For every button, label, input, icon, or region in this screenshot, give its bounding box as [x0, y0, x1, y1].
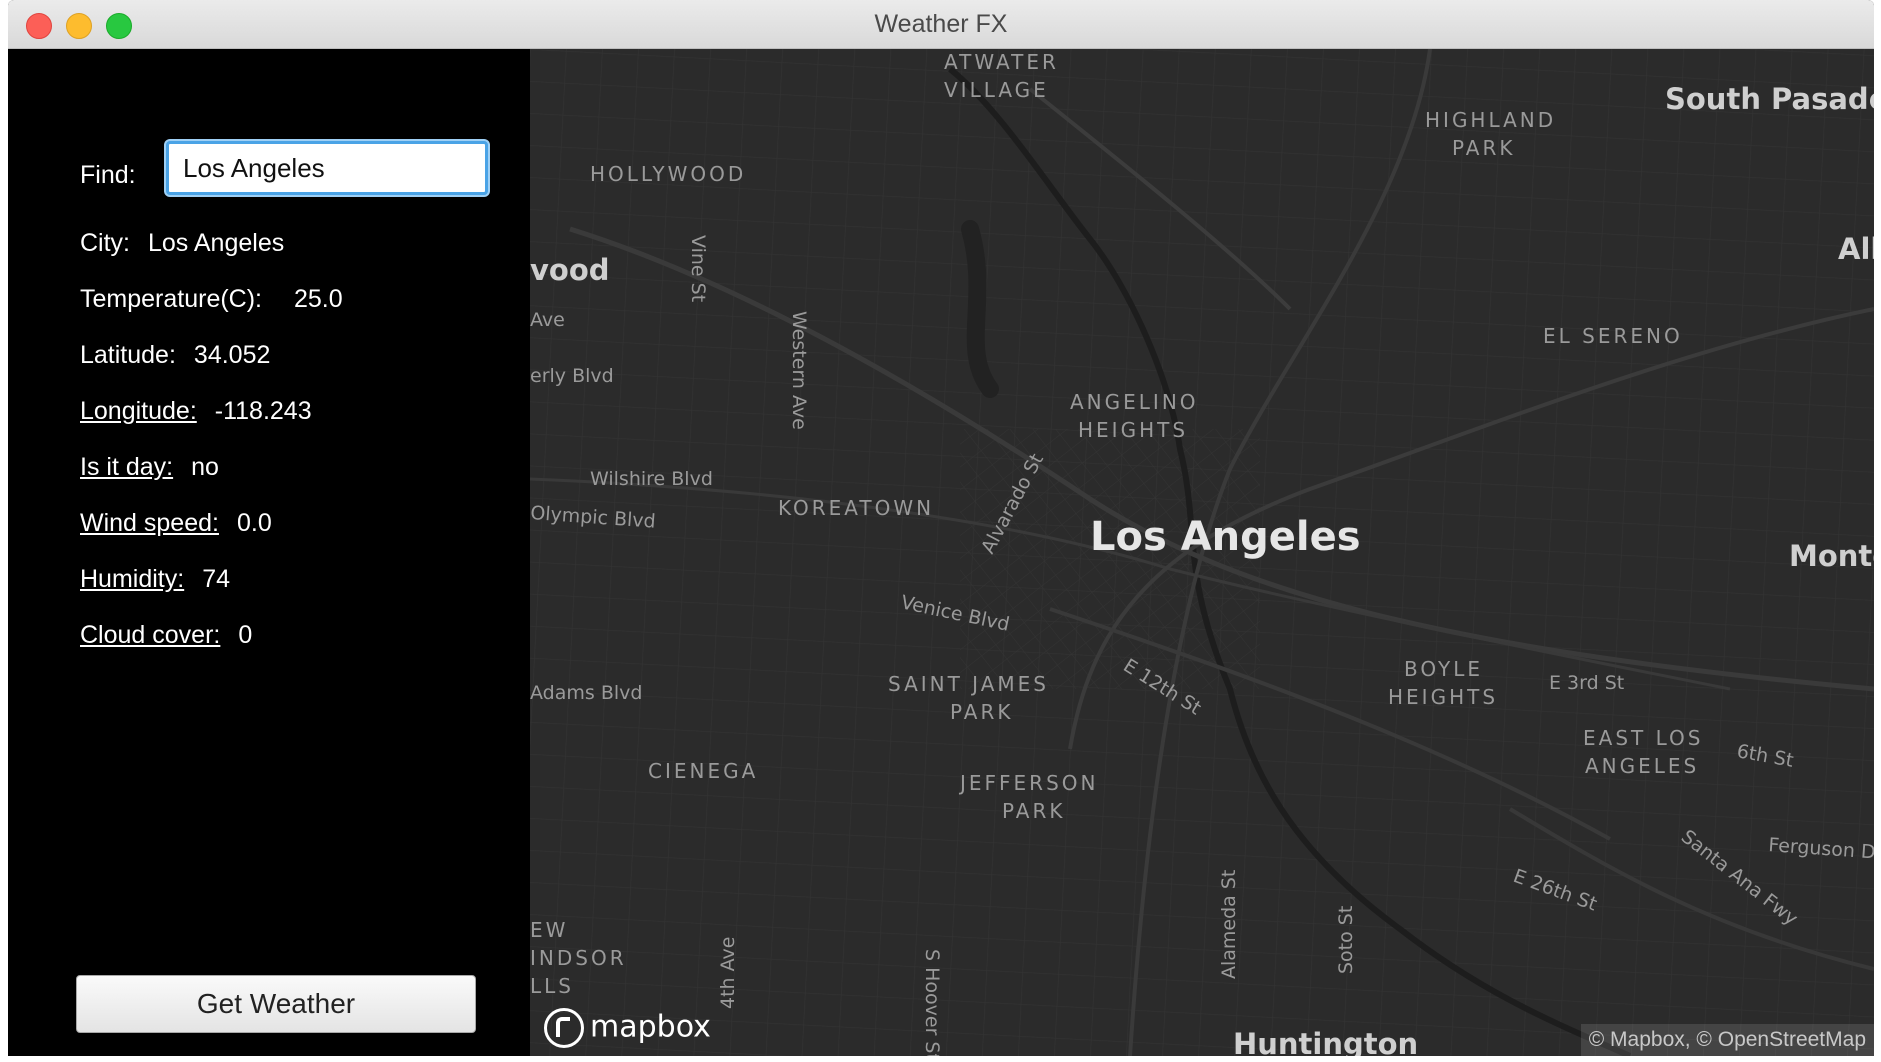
- cloud-cover-value: 0: [238, 621, 253, 649]
- map-label-4th-ave: 4th Ave: [717, 937, 739, 1009]
- map-label-village: VILLAGE: [944, 78, 1049, 102]
- cloud-cover-row: Cloud cover: 0: [80, 621, 252, 650]
- map-label-hollywood: vood: [530, 253, 610, 287]
- map-label-beverly: erly Blvd: [530, 365, 614, 387]
- map-canvas: ATWATER VILLAGE HIGHLAND PARK South Pasa…: [530, 49, 1874, 1056]
- map-label-vine: Vine St: [687, 235, 709, 302]
- humidity-value: 74: [202, 565, 230, 593]
- map-label-jefferson-park: PARK: [1002, 799, 1065, 823]
- longitude-link[interactable]: Longitude:: [80, 397, 197, 425]
- map-label-highland-park: PARK: [1452, 136, 1515, 160]
- map-label-alhambra: Alh: [1838, 232, 1874, 266]
- map-label-ave: Ave: [530, 309, 565, 331]
- map-label-boyle: BOYLE: [1404, 657, 1483, 681]
- temperature-value: 25.0: [294, 285, 343, 313]
- map-label-east-los-angeles: ANGELES: [1585, 754, 1699, 778]
- map-label-hollywood-district: HOLLYWOOD: [590, 162, 746, 186]
- map-label-atwater: ATWATER: [944, 50, 1059, 74]
- is-day-value: no: [191, 453, 219, 481]
- map-label-los-angeles: Los Angeles: [1090, 514, 1361, 560]
- window-title: Weather FX: [874, 10, 1008, 38]
- find-label: Find:: [80, 161, 136, 189]
- get-weather-button[interactable]: Get Weather: [76, 975, 476, 1033]
- temperature-row: Temperature(C): 25.0: [80, 285, 343, 314]
- find-input[interactable]: [166, 141, 488, 195]
- wind-speed-value: 0.0: [236, 509, 272, 537]
- map-label-saint-james-park: PARK: [950, 700, 1013, 724]
- app-window: Weather FX Find: City: Los Angeles Temper…: [8, 0, 1874, 1056]
- map-label-e3rd: E 3rd St: [1549, 672, 1624, 694]
- map-label-western: Western Ave: [788, 311, 810, 430]
- city-label: City:: [80, 229, 130, 257]
- map-label-highland: HIGHLAND: [1425, 108, 1556, 132]
- map-label-koreatown: KOREATOWN: [778, 496, 934, 520]
- map-label-cienega: CIENEGA: [648, 759, 758, 783]
- map-label-view: EW: [530, 918, 568, 942]
- map-attribution[interactable]: © Mapbox, © OpenStreetMap: [1580, 1024, 1874, 1056]
- mapbox-logo-icon: [544, 1008, 584, 1048]
- map-label-hills: LLS: [530, 974, 574, 998]
- map-label-jefferson: JEFFERSON: [958, 771, 1098, 795]
- title-bar: Weather FX: [8, 0, 1874, 49]
- map-label-adams: Adams Blvd: [530, 682, 642, 704]
- wind-speed-link[interactable]: Wind speed:: [80, 509, 219, 537]
- map-label-alameda: Alameda St: [1218, 870, 1240, 979]
- mapbox-logo-text: mapbox: [590, 1009, 711, 1045]
- latitude-row: Latitude: 34.052: [80, 341, 270, 370]
- city-row: City: Los Angeles: [80, 229, 284, 258]
- map-label-huntington: Huntington: [1233, 1027, 1418, 1056]
- map-label-heights: HEIGHTS: [1078, 418, 1188, 442]
- temperature-label: Temperature(C):: [80, 285, 262, 313]
- map-label-el-sereno: EL SERENO: [1543, 324, 1683, 348]
- longitude-value: -118.243: [214, 397, 312, 425]
- is-day-row: Is it day: no: [80, 453, 219, 482]
- longitude-row: Longitude: -118.243: [80, 397, 312, 426]
- wind-speed-row: Wind speed: 0.0: [80, 509, 272, 538]
- cloud-cover-link[interactable]: Cloud cover:: [80, 621, 220, 649]
- city-value: Los Angeles: [148, 229, 285, 257]
- humidity-row: Humidity: 74: [80, 565, 230, 594]
- map-label-angelino: ANGELINO: [1070, 390, 1199, 414]
- map-label-boyle-heights: HEIGHTS: [1388, 685, 1498, 709]
- latitude-value: 34.052: [193, 341, 271, 369]
- map-view[interactable]: ATWATER VILLAGE HIGHLAND PARK South Pasa…: [530, 49, 1874, 1056]
- latitude-label: Latitude:: [80, 341, 176, 369]
- map-label-monterey: Monte: [1789, 539, 1874, 573]
- map-label-wilshire: Wilshire Blvd: [590, 468, 713, 490]
- weather-panel: Find: City: Los Angeles Temperature(C): 25…: [8, 49, 530, 1056]
- mapbox-logo[interactable]: mapbox: [544, 1008, 711, 1048]
- map-label-south-pasadena: South Pasade: [1665, 82, 1874, 116]
- map-label-east-los: EAST LOS: [1583, 726, 1703, 750]
- is-day-link[interactable]: Is it day:: [80, 453, 173, 481]
- map-label-soto: Soto St: [1335, 906, 1357, 974]
- map-label-windsor: INDSOR: [530, 946, 627, 970]
- humidity-link[interactable]: Humidity:: [80, 565, 184, 593]
- map-label-saint-james: SAINT JAMES: [888, 672, 1049, 696]
- map-label-hoover: S Hoover St: [921, 949, 943, 1056]
